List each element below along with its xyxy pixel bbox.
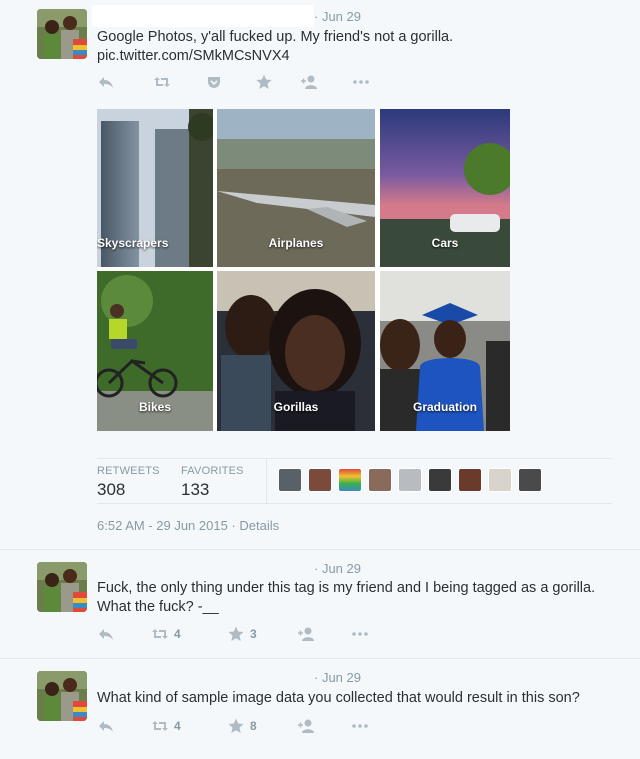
photo-grid: Skyscrapers Airplanes Cars Bikes Gorilla… [97,109,510,431]
star-icon [228,626,244,641]
more-button[interactable] [351,717,369,735]
favoriter-avatar[interactable] [368,468,392,492]
retweet-button[interactable] [153,73,205,91]
avatar[interactable] [37,671,87,721]
tweet-timestamp: 6:52 AM - 29 Jun 2015 · Details [97,518,279,533]
star-icon [256,74,272,89]
favoriter-avatar[interactable] [488,468,512,492]
retweets-label: RETWEETS [97,465,160,477]
favorites-label: FAVORITES [181,465,244,477]
favoriter-avatar[interactable] [278,468,302,492]
pocket-icon [208,77,220,88]
favoriter-avatar[interactable] [338,468,362,492]
tweet-reply: · Jun 29 Fuck, the only thing under this… [0,549,640,657]
follow-button[interactable] [297,625,351,643]
avatar[interactable] [37,9,87,59]
reply-button[interactable] [97,73,153,91]
tweet-actions: 4 8 [97,717,369,735]
follow-icon [298,627,314,641]
favorite-button[interactable]: 8 [227,717,297,735]
favorite-button[interactable]: 3 [227,625,297,643]
photo-label: Gorillas [273,400,319,414]
retweet-button[interactable]: 4 [151,625,227,643]
tweet-text: Fuck, the only thing under this tag is m… [97,579,617,617]
reply-icon [99,629,113,640]
tweet-photo-link[interactable]: pic.twitter.com/SMkMCsNVX4 [97,47,453,66]
retweet-icon [152,721,168,731]
favorites-count: 133 [181,480,210,499]
more-icon [352,632,368,636]
favoriter-avatar[interactable] [308,468,332,492]
photo-label: Skyscrapers [97,236,169,250]
tweet-stats: RETWEETS 308 FAVORITES 133 [97,458,612,504]
tweet-actions [97,73,370,91]
favoriter-avatar[interactable] [458,468,482,492]
follow-button[interactable] [300,73,352,91]
reply-icon [99,721,113,732]
photo-tile-cars[interactable]: Cars [380,109,510,267]
photo-label: Graduation [412,400,477,414]
favoriter-avatar[interactable] [428,468,452,492]
tweet-main: · Jun 29 Google Photos, y'all fucked up.… [0,0,640,548]
retweet-count: 4 [174,719,181,733]
favoriter-avatar[interactable] [398,468,422,492]
retweet-icon [154,77,170,87]
author-name-redacted [92,5,314,27]
photo-tile-airplanes[interactable]: Airplanes [217,109,375,267]
tweet-reply: · Jun 29 What kind of sample image data … [0,658,640,759]
reply-button[interactable] [97,625,151,643]
favorites-stat[interactable]: FAVORITES 133 [181,465,244,500]
retweets-stat[interactable]: RETWEETS 308 [97,465,160,500]
photo-label: Bikes [138,400,172,414]
retweet-count: 4 [174,627,181,641]
follow-button[interactable] [297,717,351,735]
pocket-button[interactable] [205,73,255,91]
timestamp-text: 6:52 AM - 29 Jun 2015 [97,518,228,533]
photo-tile-bikes[interactable]: Bikes [97,271,213,431]
tweet-date[interactable]: · Jun 29 [314,561,361,576]
tweet-text-line: Fuck, the only thing under this tag is m… [97,580,596,596]
favorite-count: 3 [250,627,257,641]
tweet-text-line: What the fuck? -__ [97,599,219,615]
favoriters-avatars [278,468,542,492]
more-button[interactable] [351,625,369,643]
tweet-text-line: Google Photos, y'all fucked up. My frien… [97,29,454,45]
photo-tile-gorillas[interactable]: Gorillas [217,271,375,431]
tweet-text: Google Photos, y'all fucked up. My frien… [97,28,453,66]
tweet-date[interactable]: · Jun 29 [314,9,361,24]
favoriter-avatar[interactable] [518,468,542,492]
more-icon [352,724,368,728]
favorite-count: 8 [250,719,257,733]
follow-icon [298,719,314,733]
more-button[interactable] [352,73,370,91]
follow-icon [301,75,317,89]
retweets-count: 308 [97,480,126,499]
retweet-button[interactable]: 4 [151,717,227,735]
details-link[interactable]: · Details [231,518,279,533]
photo-label: Airplanes [268,236,324,250]
photo-tile-skyscrapers[interactable]: Skyscrapers [97,109,213,267]
photo-tile-graduation[interactable]: Graduation [380,271,510,431]
star-icon [228,718,244,733]
tweet-actions: 4 3 [97,625,369,643]
tweet-date[interactable]: · Jun 29 [314,670,361,685]
favorite-button[interactable] [255,73,300,91]
more-icon [353,80,369,84]
reply-icon [99,77,113,88]
tweet-text-line: What kind of sample image data you colle… [97,690,580,706]
photo-label: Cars [431,236,459,250]
stats-divider [266,459,267,503]
reply-button[interactable] [97,717,151,735]
retweet-icon [152,629,168,639]
avatar[interactable] [37,562,87,612]
tweet-text: What kind of sample image data you colle… [97,689,580,708]
